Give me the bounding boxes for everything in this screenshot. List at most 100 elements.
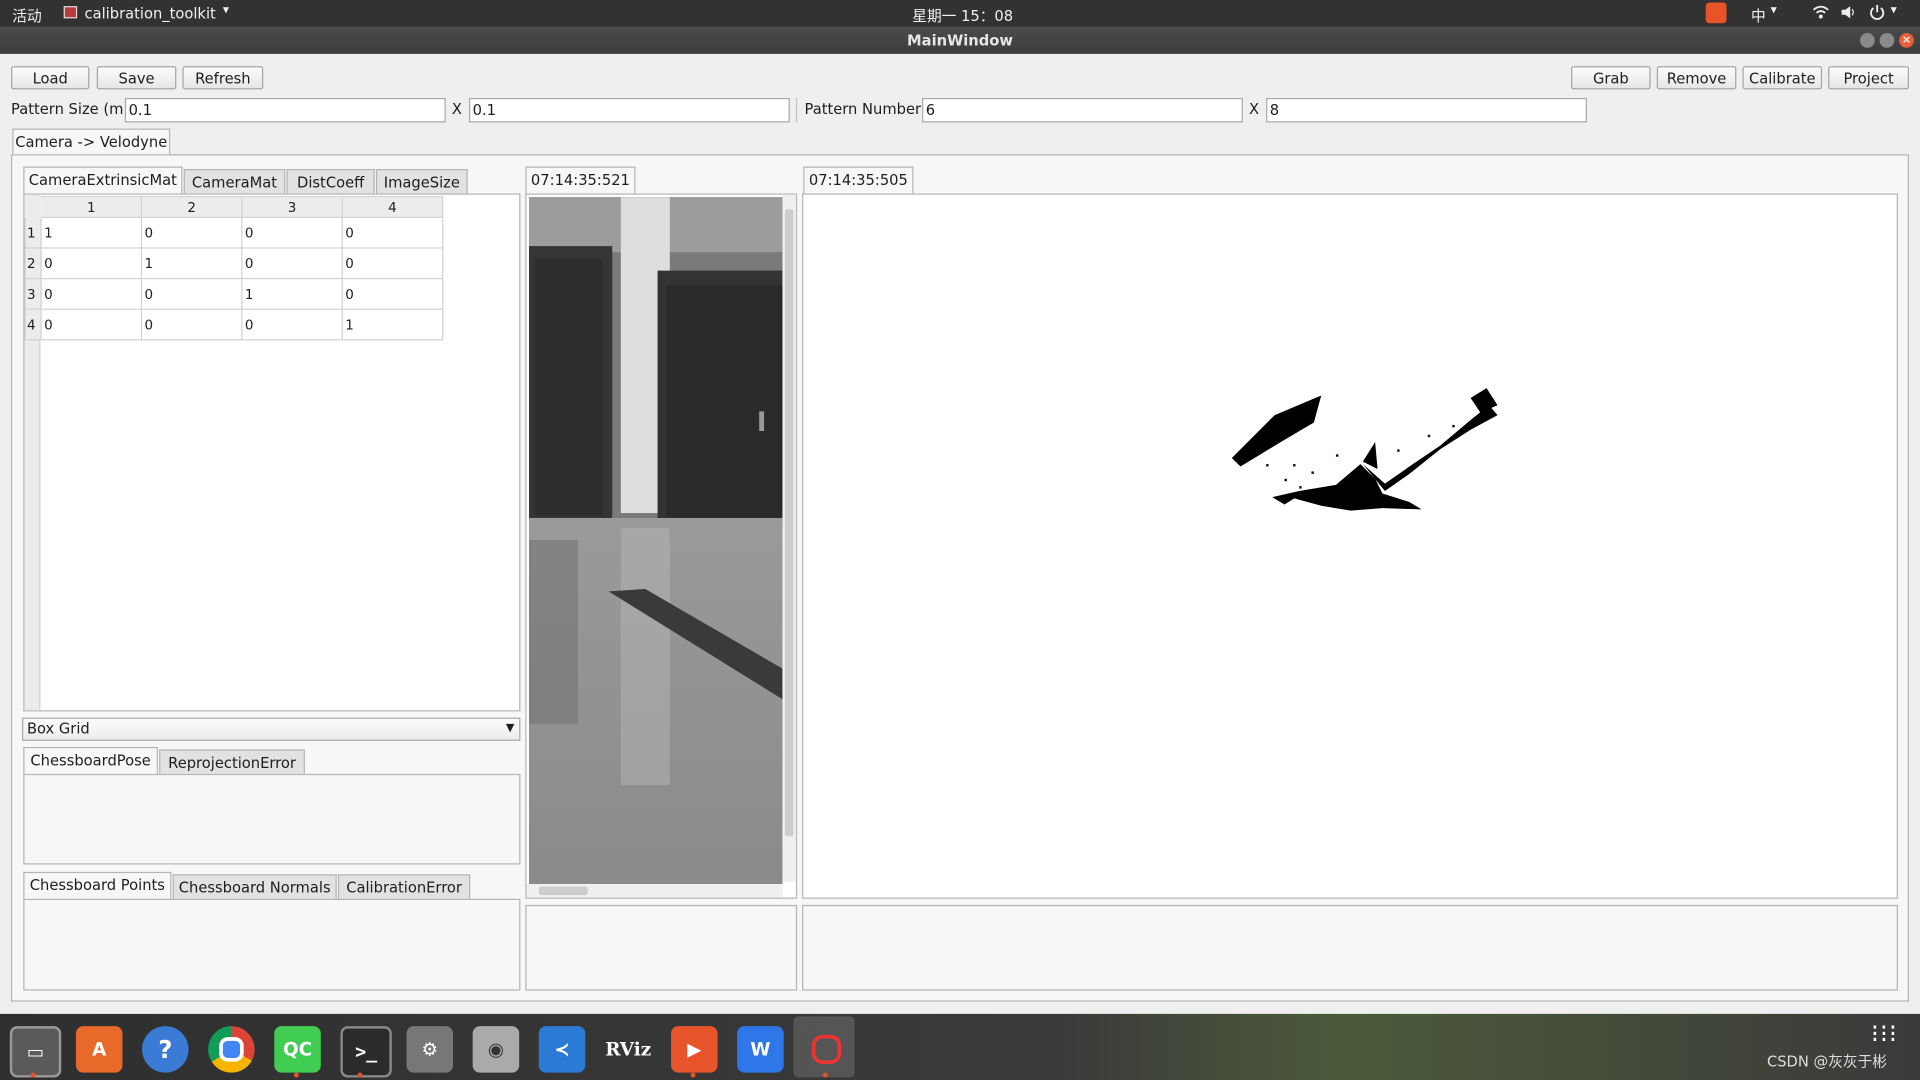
project-button[interactable]: Project (1828, 66, 1909, 90)
tab-chessboard-normals[interactable]: Chessboard Normals (172, 874, 337, 901)
table-cell[interactable]: 0 (140, 277, 243, 310)
remove-button[interactable]: Remove (1656, 66, 1737, 90)
table-cell[interactable]: 0 (241, 247, 343, 280)
system-menu-chevron-icon[interactable]: ▾ (1891, 4, 1897, 17)
chrome-icon[interactable] (208, 1026, 255, 1073)
table-cell[interactable]: 1 (40, 216, 143, 249)
qtcreator-icon[interactable]: QC (274, 1026, 321, 1073)
table-cell[interactable]: 0 (341, 277, 444, 310)
pattern-number-label: Pattern Number (804, 100, 922, 118)
table-row: 2 0 1 0 0 (24, 247, 444, 280)
pose-panel (23, 773, 521, 865)
table-cell[interactable]: 1 (341, 308, 444, 341)
camera-image (528, 197, 783, 885)
table-cell[interactable]: 0 (140, 216, 243, 249)
pattern-number-separator: X (1248, 100, 1260, 118)
tab-camera-mat[interactable]: CameraMat (183, 168, 286, 195)
refresh-button[interactable]: Refresh (182, 66, 264, 90)
table-row: 4 0 0 0 1 (24, 308, 444, 341)
wps-icon[interactable]: W (737, 1026, 784, 1073)
pattern-size-y-input[interactable]: 0.1 (468, 97, 790, 123)
image-info-panel (525, 904, 798, 991)
table-cell[interactable]: 0 (40, 308, 143, 341)
cloud-info-panel (802, 904, 1898, 991)
pattern-size-label: Pattern Size (m) (11, 100, 130, 118)
load-button[interactable]: Load (11, 66, 90, 90)
input-method-chevron-icon[interactable]: ▾ (1771, 4, 1777, 17)
app-menu-chevron-icon[interactable]: ▾ (223, 4, 229, 17)
tab-cloud-timestamp[interactable]: 07:14:35:505 (803, 166, 914, 195)
scrollbar-thumb[interactable] (784, 209, 794, 837)
wifi-icon[interactable] (1812, 4, 1829, 25)
xmind-icon[interactable]: ▶ (671, 1026, 718, 1073)
camera-icon[interactable]: ◉ (472, 1026, 520, 1073)
app-menu-label[interactable]: calibration_toolkit (84, 5, 215, 22)
tab-calibration-error[interactable]: CalibrationError (337, 874, 471, 901)
files-icon[interactable]: ▭ (9, 1026, 62, 1078)
row-header: 2 (24, 247, 42, 280)
image-panel (525, 193, 798, 899)
table-cell[interactable]: 1 (140, 247, 243, 280)
table-cell[interactable]: 0 (40, 247, 143, 280)
vscode-icon[interactable]: ≺ (538, 1026, 586, 1073)
settings-icon[interactable]: ⚙ (406, 1026, 454, 1073)
tab-chessboard-pose[interactable]: ChessboardPose (23, 746, 158, 776)
grab-button[interactable]: Grab (1571, 66, 1651, 90)
maximize-icon[interactable] (1879, 33, 1895, 48)
point-cloud-viewer[interactable] (802, 193, 1898, 899)
table-cell[interactable]: 0 (241, 308, 343, 341)
running-indicator (357, 1072, 363, 1078)
horizontal-scrollbar[interactable] (526, 884, 783, 898)
software-icon[interactable]: A (75, 1026, 123, 1073)
terminal-icon[interactable]: >_ (340, 1026, 392, 1078)
grid-type-value: Box Grid (26, 720, 90, 738)
input-method-indicator[interactable]: 中 (1751, 5, 1766, 26)
tab-camera-velodyne[interactable]: Camera -> Velodyne (12, 128, 171, 157)
row-header: 4 (24, 308, 42, 341)
corner-header (24, 195, 42, 218)
recorder-icon[interactable] (803, 1026, 850, 1073)
tab-dist-coeff[interactable]: DistCoeff (286, 168, 375, 195)
system-top-bar: 活动 calibration_toolkit ▾ 星期一 15：08 中 ▾ ▾ (0, 0, 1920, 27)
pattern-number-x-input[interactable]: 6 (922, 97, 1243, 123)
tab-chessboard-points[interactable]: Chessboard Points (23, 871, 172, 901)
xmind-tray-icon[interactable] (1705, 2, 1727, 24)
vertical-scrollbar[interactable] (782, 194, 796, 882)
matrix-panel: 1 2 3 4 1 1 0 0 0 2 0 1 0 0 3 0 0 1 0 4 … (23, 193, 521, 712)
table-cell[interactable]: 0 (40, 277, 143, 310)
pattern-size-x-input[interactable]: 0.1 (124, 97, 446, 123)
watermark: CSDN @灰灰于彬 (1766, 1053, 1887, 1071)
tab-image-timestamp[interactable]: 07:14:35:521 (525, 166, 636, 195)
tab-camera-extrinsic-mat[interactable]: CameraExtrinsicMat (23, 166, 183, 195)
power-icon[interactable] (1869, 4, 1886, 25)
extrinsic-matrix-table: 1 2 3 4 1 1 0 0 0 2 0 1 0 0 3 0 0 1 0 4 … (24, 195, 444, 341)
calibrate-button[interactable]: Calibrate (1742, 66, 1823, 90)
minimize-icon[interactable] (1860, 33, 1875, 48)
volume-icon[interactable] (1839, 4, 1856, 25)
points-panel (23, 898, 521, 991)
save-button[interactable]: Save (96, 66, 177, 90)
scrollbar-thumb[interactable] (538, 886, 588, 896)
table-cell[interactable]: 0 (341, 247, 444, 280)
tab-reprojection-error[interactable]: ReprojectionError (159, 749, 305, 776)
table-cell[interactable]: 0 (140, 308, 243, 341)
grid-type-select[interactable]: Box Grid ▼ (22, 717, 521, 741)
table-cell[interactable]: 1 (241, 277, 343, 310)
clock[interactable]: 星期一 15：08 (912, 5, 1013, 26)
table-cell[interactable]: 0 (241, 216, 343, 249)
activities-button[interactable]: 活动 (12, 5, 41, 26)
pattern-number-y-input[interactable]: 8 (1266, 97, 1587, 123)
row-header: 1 (24, 216, 42, 249)
close-icon[interactable]: × (1899, 33, 1914, 48)
table-cell[interactable]: 0 (341, 216, 444, 249)
rviz-icon[interactable]: RViz (605, 1026, 652, 1073)
column-header: 3 (241, 195, 343, 218)
table-row: 1 1 0 0 0 (24, 216, 444, 249)
show-applications-icon[interactable]: ⁝⁝⁝ (1871, 1021, 1898, 1045)
table-row: 3 0 0 1 0 (24, 277, 444, 310)
divider (795, 97, 798, 123)
help-icon[interactable]: ? (142, 1026, 189, 1073)
column-header: 2 (140, 195, 243, 218)
window-titlebar: MainWindow × (0, 26, 1920, 54)
tab-image-size[interactable]: ImageSize (375, 168, 468, 195)
